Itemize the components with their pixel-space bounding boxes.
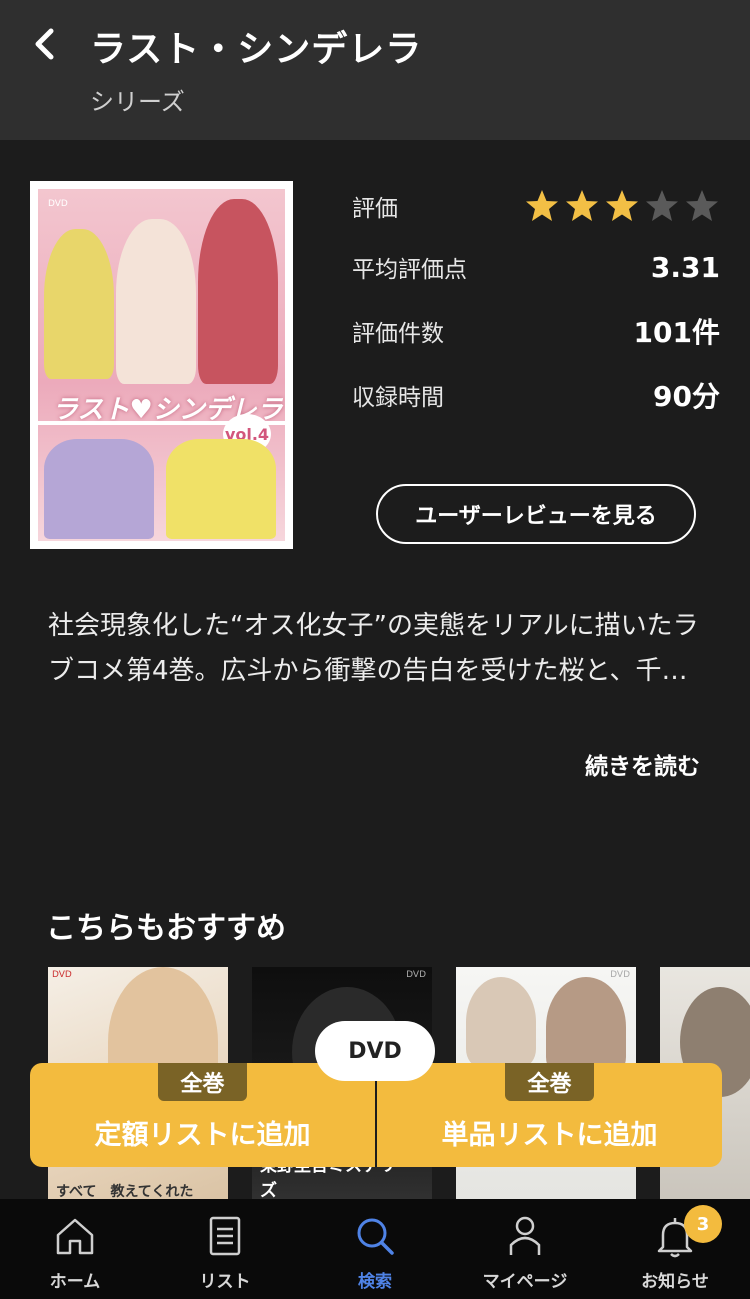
dvd-mark: DVD bbox=[406, 970, 426, 980]
star-filled-icon bbox=[526, 190, 558, 221]
all-volumes-badge: 全巻 bbox=[505, 1063, 594, 1101]
cover-figure-right bbox=[198, 199, 278, 384]
thumb-figure bbox=[466, 977, 536, 1067]
bottom-nav: ホーム リスト 検索 マイページ お知らせ 3 bbox=[0, 1199, 750, 1299]
nav-label: リスト bbox=[199, 1272, 251, 1292]
nav-item-notifications[interactable]: お知らせ 3 bbox=[600, 1199, 750, 1299]
back-button[interactable] bbox=[22, 22, 66, 66]
add-single-list-label: 単品リストに追加 bbox=[441, 1120, 658, 1151]
nav-label: 検索 bbox=[358, 1272, 392, 1292]
chevron-left-icon bbox=[35, 28, 54, 60]
cover-figure-bottom-left bbox=[44, 439, 154, 539]
nav-item-home[interactable]: ホーム bbox=[0, 1199, 150, 1299]
star-filled-icon bbox=[606, 190, 638, 221]
star-empty-icon bbox=[646, 190, 678, 221]
nav-label: マイページ bbox=[482, 1272, 568, 1292]
read-more-link[interactable]: 続きを読む bbox=[585, 747, 700, 781]
list-icon bbox=[209, 1216, 241, 1256]
count-label: 評価件数 bbox=[352, 321, 444, 347]
format-pill[interactable]: DVD bbox=[315, 1021, 435, 1081]
count-value: 101件 bbox=[633, 316, 720, 349]
dvd-mark: DVD bbox=[52, 970, 72, 980]
avg-row: 平均評価点 3.31 bbox=[352, 247, 720, 287]
all-volumes-badge: 全巻 bbox=[158, 1063, 247, 1101]
add-subscription-list-button[interactable]: 全巻 定額リストに追加 bbox=[30, 1063, 375, 1167]
count-row: 評価件数 101件 bbox=[352, 311, 720, 351]
recommend-title: こちらもおすすめ bbox=[46, 911, 286, 946]
description: 社会現象化した“オス化女子”の実態をリアルに描いたラブコメ第4巻。広斗から衝撃の… bbox=[48, 611, 699, 686]
search-icon bbox=[357, 1218, 394, 1255]
person-icon bbox=[509, 1216, 541, 1255]
cover-figure-bottom-right bbox=[166, 439, 276, 539]
home-icon bbox=[56, 1218, 94, 1255]
header: ラスト・シンデレラ シリーズ bbox=[0, 0, 750, 140]
cover-divider bbox=[38, 421, 285, 425]
duration-label: 収録時間 bbox=[352, 385, 444, 411]
user-review-button[interactable]: ユーザーレビューを見る bbox=[376, 484, 696, 544]
thumb-figure bbox=[546, 977, 626, 1077]
star-filled-icon bbox=[566, 190, 598, 221]
dvd-mark: DVD bbox=[48, 199, 68, 209]
page-title: ラスト・シンデレラ bbox=[90, 29, 423, 70]
add-subscription-list-label: 定額リストに追加 bbox=[94, 1120, 311, 1151]
rating-label: 評価 bbox=[352, 196, 398, 222]
duration-row: 収録時間 90分 bbox=[352, 375, 720, 415]
avg-label: 平均評価点 bbox=[352, 257, 467, 283]
notification-count-badge: 3 bbox=[684, 1205, 722, 1243]
page-subtitle: シリーズ bbox=[90, 88, 185, 116]
dvd-mark: DVD bbox=[610, 970, 630, 980]
rating-stars bbox=[524, 188, 720, 224]
avg-value: 3.31 bbox=[650, 250, 720, 284]
star-empty-icon bbox=[686, 190, 718, 221]
rating-row: 評価 bbox=[352, 186, 720, 226]
duration-value: 90分 bbox=[653, 380, 720, 413]
add-single-list-button[interactable]: 全巻 単品リストに追加 bbox=[375, 1063, 722, 1167]
cover-figure-center bbox=[116, 219, 196, 384]
nav-label: お知らせ bbox=[641, 1272, 709, 1292]
nav-item-list[interactable]: リスト bbox=[150, 1199, 300, 1299]
cover-figure-left bbox=[44, 229, 114, 379]
nav-item-mypage[interactable]: マイページ bbox=[450, 1199, 600, 1299]
nav-label: ホーム bbox=[49, 1272, 101, 1292]
nav-item-search[interactable]: 検索 bbox=[300, 1199, 450, 1299]
recommend-caption: すべて 教えてくれた bbox=[56, 1184, 194, 1200]
cover-image: DVD ラスト♥シンデレラ vol.4 bbox=[30, 181, 293, 549]
